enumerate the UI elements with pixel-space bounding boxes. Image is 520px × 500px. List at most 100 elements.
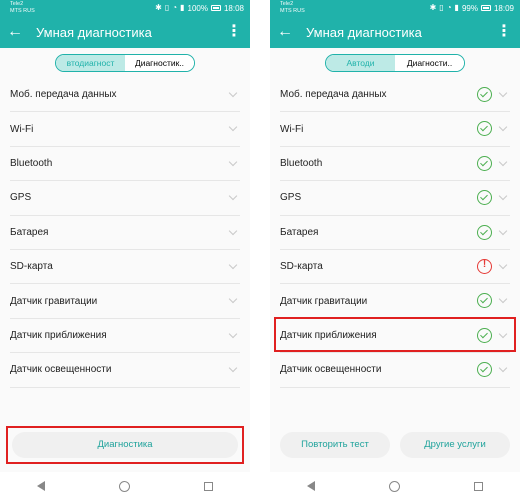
status-bar: Tele2 MTS RUS ✱ ▯ ◔ ▮ 99% 18:09 [270, 0, 520, 16]
check-ok-icon [477, 190, 492, 206]
item-label: SD-карта [280, 261, 323, 273]
retest-button[interactable]: Повторить тест [280, 432, 390, 458]
wifi-icon: ◔ [446, 3, 452, 12]
item-label: Wi-Fi [10, 123, 34, 135]
chevron-down-icon [228, 88, 238, 98]
list-item[interactable]: GPS [10, 181, 240, 216]
phone-screen-before: Tele2 MTS RUS ✱ ▯ ◔ ▮ 100% 18:08 ← Умная… [0, 0, 250, 500]
more-options-icon[interactable]: ⋮ [226, 16, 242, 48]
status-indicators: ✱ ▯ ◔ ▮ 99% 18:09 [430, 3, 514, 13]
chevron-down-icon [228, 191, 238, 201]
clock: 18:08 [223, 3, 244, 13]
tab-diagnostics[interactable]: Диагности.. [395, 55, 464, 71]
chevron-down-icon [498, 88, 508, 98]
nav-recent-apps-icon[interactable] [474, 481, 483, 491]
highlight-frame [6, 426, 244, 464]
item-label: Bluetooth [280, 157, 323, 169]
back-arrow-icon[interactable]: ← [0, 16, 30, 48]
carrier-2: MTS RUS [10, 8, 35, 14]
highlight-frame [274, 317, 516, 352]
status-bar: Tele2 MTS RUS ✱ ▯ ◔ ▮ 100% 18:08 [0, 0, 250, 16]
chevron-down-icon [498, 295, 508, 304]
list-item[interactable]: Батарея [280, 216, 510, 250]
nav-back-icon[interactable] [307, 481, 315, 491]
list-item[interactable]: Датчик освещенности [280, 353, 510, 388]
list-item[interactable]: Моб. передача данных [10, 78, 240, 113]
battery-percent: 100% [187, 3, 208, 13]
list-item[interactable]: Моб. передача данных [280, 78, 510, 113]
item-label: Bluetooth [10, 157, 53, 169]
list-item[interactable]: Датчик освещенности [10, 353, 240, 388]
nav-bar [270, 472, 520, 500]
nav-recent-apps-icon[interactable] [204, 481, 213, 491]
chevron-down-icon [228, 260, 238, 270]
list-item[interactable]: Батарея [10, 216, 240, 250]
app-bar: ← Умная диагностика ⋮ [0, 16, 250, 48]
list-item[interactable]: SD-карта [10, 250, 240, 285]
battery-icon [210, 5, 221, 11]
check-list: Моб. передача данных Wi-Fi Bluetooth GPS… [0, 78, 250, 388]
item-label: Датчик гравитации [10, 295, 98, 307]
check-ok-icon [477, 87, 492, 102]
chevron-down-icon [228, 157, 238, 167]
chevron-down-icon [498, 191, 508, 201]
list-item[interactable]: Wi-Fi [280, 112, 510, 147]
wifi-icon: ◔ [172, 3, 178, 12]
vibrate-icon: ▯ [164, 3, 170, 12]
list-item[interactable]: SD-карта [280, 250, 510, 285]
chevron-down-icon [498, 260, 508, 270]
chevron-down-icon [228, 123, 238, 132]
tab-diagnostics[interactable]: Диагностик.. [125, 55, 194, 71]
item-label: GPS [10, 192, 32, 204]
page-title: Умная диагностика [306, 24, 422, 40]
chevron-down-icon [498, 157, 508, 167]
check-ok-icon [477, 293, 492, 309]
other-services-button[interactable]: Другие услуги [400, 432, 510, 458]
item-label: Датчик освещенности [280, 364, 382, 376]
list-item[interactable]: Bluetooth [10, 147, 240, 182]
battery-percent: 99% [461, 3, 478, 13]
list-item[interactable]: Датчик приближения [10, 319, 240, 354]
vibrate-icon: ▯ [439, 3, 444, 12]
chevron-down-icon [498, 123, 508, 132]
tab-auto-diagnostics[interactable]: втодиагност [56, 55, 125, 71]
warning-icon [477, 258, 492, 274]
more-options-icon[interactable]: ⋮ [496, 16, 512, 48]
chevron-down-icon [228, 226, 238, 235]
bluetooth-icon: ✱ [155, 3, 162, 12]
battery-icon [480, 5, 491, 11]
chevron-down-icon [498, 226, 508, 235]
list-item[interactable]: Датчик гравитации [10, 284, 240, 319]
carrier-1: Tele2 [10, 1, 24, 7]
list-item[interactable]: Wi-Fi [10, 112, 240, 147]
tab-auto-diagnostics[interactable]: Автоди [326, 55, 395, 71]
chevron-down-icon [228, 329, 238, 338]
mode-tabs: Автоди Диагности.. [325, 54, 465, 72]
item-label: Моб. передача данных [280, 89, 387, 101]
signal-icon: ▮ [454, 3, 459, 12]
list-item[interactable]: Bluetooth [280, 147, 510, 182]
nav-bar [0, 472, 250, 500]
item-label: SD-карта [10, 261, 53, 273]
app-bar: ← Умная диагностика ⋮ [270, 16, 520, 48]
item-label: Датчик гравитации [280, 295, 368, 307]
check-ok-icon [477, 362, 492, 378]
chevron-down-icon [228, 363, 238, 373]
nav-home-icon[interactable] [119, 480, 130, 492]
clock: 18:09 [493, 3, 514, 13]
list-item[interactable]: Датчик гравитации [280, 284, 510, 319]
item-label: Wi-Fi [280, 123, 304, 135]
check-ok-icon [477, 155, 492, 171]
back-arrow-icon[interactable]: ← [270, 16, 300, 48]
item-label: Батарея [10, 226, 49, 238]
chevron-down-icon [228, 295, 238, 304]
carrier-2: MTS RUS [280, 8, 305, 14]
item-label: Батарея [280, 226, 319, 238]
phone-screen-after: Tele2 MTS RUS ✱ ▯ ◔ ▮ 99% 18:09 ← Умная … [270, 0, 520, 500]
nav-back-icon[interactable] [37, 481, 45, 491]
nav-home-icon[interactable] [389, 480, 400, 492]
page-title: Умная диагностика [36, 24, 152, 40]
item-label: Датчик приближения [10, 329, 107, 341]
bluetooth-icon: ✱ [429, 3, 437, 12]
list-item[interactable]: GPS [280, 181, 510, 216]
